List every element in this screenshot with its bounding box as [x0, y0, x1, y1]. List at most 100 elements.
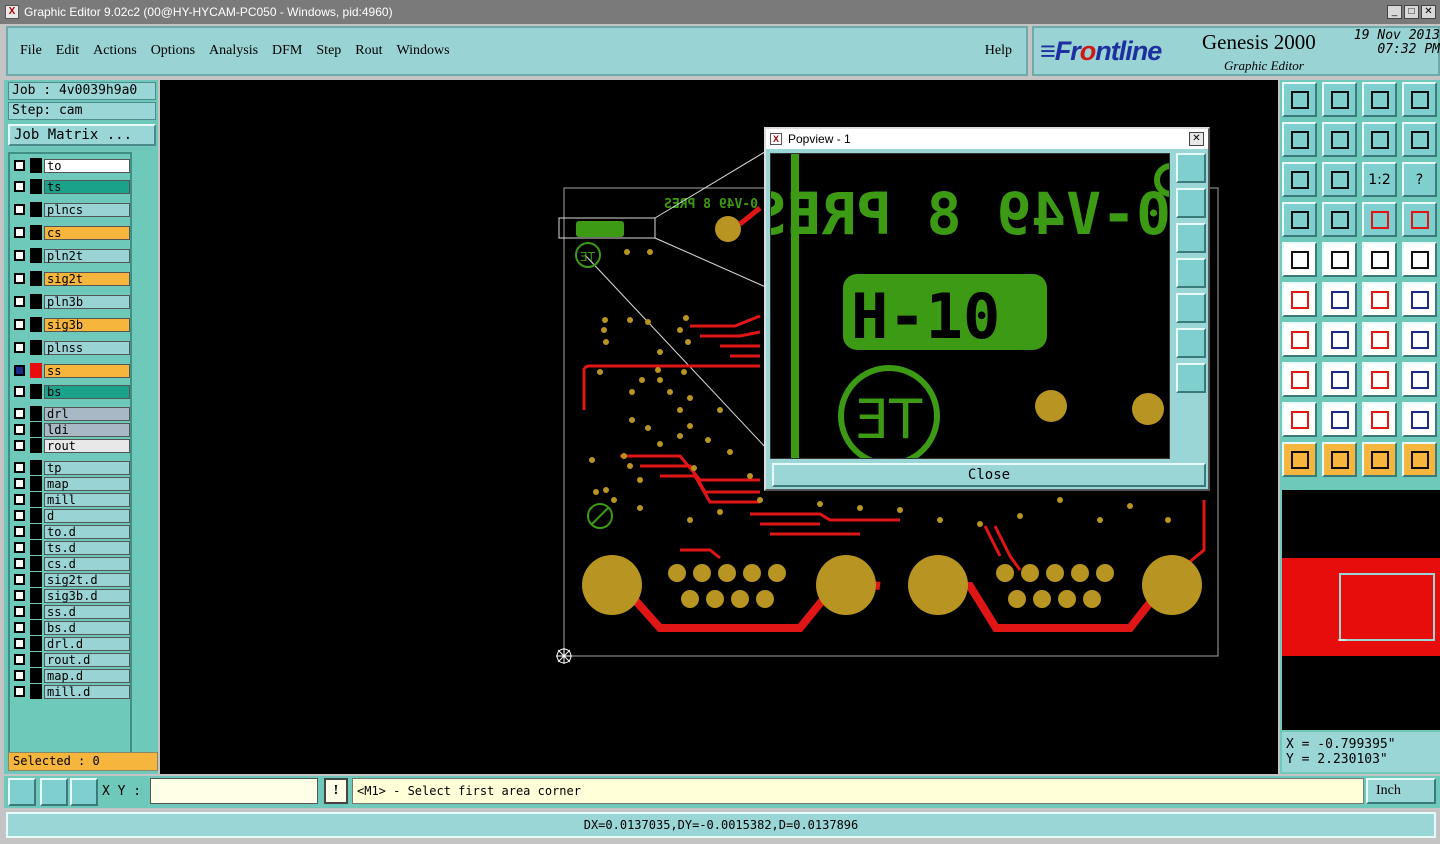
layer-row[interactable]: sig3b — [12, 317, 130, 332]
layer-checkbox[interactable] — [14, 558, 25, 569]
menu-file[interactable]: File — [20, 43, 42, 59]
pad-icon[interactable] — [1282, 362, 1317, 397]
menu-analysis[interactable]: Analysis — [209, 43, 258, 59]
popview-canvas[interactable]: 0-V49 8 PRES H-10 ƎT — [770, 153, 1170, 459]
layer-checkbox[interactable] — [14, 204, 25, 215]
popview-zoom-icon[interactable] — [1176, 153, 1206, 183]
pointer-icon[interactable] — [1282, 442, 1317, 477]
line-icon[interactable] — [1322, 322, 1357, 357]
units-select[interactable]: Inch — [1366, 778, 1436, 804]
layer-row[interactable]: sig3b.d — [12, 588, 130, 603]
layer-checkbox[interactable] — [14, 227, 25, 238]
menu-options[interactable]: Options — [151, 43, 195, 59]
swap-icon[interactable] — [1362, 122, 1397, 157]
layer-checkbox[interactable] — [14, 622, 25, 633]
layer-row[interactable]: d — [12, 508, 130, 523]
route-icon[interactable] — [1322, 362, 1357, 397]
layer-checkbox[interactable] — [14, 160, 25, 171]
dimension-icon[interactable] — [1362, 362, 1397, 397]
layer-row[interactable]: ss.d — [12, 604, 130, 619]
edit-icon[interactable] — [1322, 242, 1357, 277]
layer-row[interactable]: rout — [12, 438, 130, 453]
layer-checkbox[interactable] — [14, 574, 25, 585]
pointer4-icon[interactable] — [1402, 442, 1437, 477]
popview-close-icon[interactable]: ✕ — [1189, 132, 1204, 146]
layer-checkbox[interactable] — [14, 686, 25, 697]
layer-row[interactable]: drl.d — [12, 636, 130, 651]
undo-icon[interactable] — [1282, 122, 1317, 157]
layer-row[interactable]: tp — [12, 460, 130, 475]
export-icon[interactable] — [1282, 82, 1317, 117]
layer-row[interactable]: sig2t — [12, 271, 130, 286]
layer-row[interactable]: to — [12, 158, 130, 173]
layer-row[interactable]: pln3b — [12, 294, 130, 309]
zoom-area-icon[interactable] — [8, 778, 36, 806]
layer-checkbox[interactable] — [14, 424, 25, 435]
popview-right-icon[interactable] — [1176, 293, 1206, 323]
layer-checkbox[interactable] — [14, 342, 25, 353]
minimize-button[interactable]: _ — [1387, 5, 1402, 19]
maximize-button[interactable]: □ — [1404, 5, 1419, 19]
layer-row[interactable]: mill.d — [12, 684, 130, 699]
popview-fit-icon[interactable] — [1176, 328, 1206, 358]
layer-row[interactable]: bs.d — [12, 620, 130, 635]
help-icon[interactable]: ? — [1402, 162, 1437, 197]
popview-down-icon[interactable] — [1176, 223, 1206, 253]
layer-red-icon[interactable] — [1362, 202, 1397, 237]
layer-row[interactable]: to.d — [12, 524, 130, 539]
triangle4-icon[interactable] — [1402, 402, 1437, 437]
menu-actions[interactable]: Actions — [93, 43, 137, 59]
layer-checkbox[interactable] — [14, 440, 25, 451]
select-icon[interactable] — [1282, 242, 1317, 277]
menu-help[interactable]: Help — [985, 43, 1012, 59]
menu-rout[interactable]: Rout — [355, 43, 382, 59]
connect-icon[interactable] — [1282, 282, 1317, 317]
layer-checkbox[interactable] — [14, 386, 25, 397]
popview-left-icon[interactable] — [1176, 258, 1206, 288]
redo-icon[interactable] — [1322, 122, 1357, 157]
layer-checkbox[interactable] — [14, 542, 25, 553]
save-icon[interactable] — [1322, 82, 1357, 117]
layer-checkbox[interactable] — [14, 494, 25, 505]
layer-row[interactable]: sig2t.d — [12, 572, 130, 587]
layer-checkbox[interactable] — [14, 408, 25, 419]
layer-checkbox[interactable] — [14, 181, 25, 192]
layer-checkbox[interactable] — [14, 606, 25, 617]
grid-icon[interactable] — [1322, 202, 1357, 237]
overview-map[interactable] — [1282, 490, 1440, 730]
menu-step[interactable]: Step — [316, 43, 341, 59]
layer-row[interactable]: cs — [12, 225, 130, 240]
layer-checkbox[interactable] — [14, 365, 25, 376]
layer-checkbox[interactable] — [14, 638, 25, 649]
dot-icon[interactable] — [1402, 242, 1437, 277]
frame-icon[interactable] — [1402, 82, 1437, 117]
cross-icon[interactable] — [1322, 282, 1357, 317]
center-icon[interactable] — [1322, 162, 1357, 197]
layer-row[interactable]: ss — [12, 363, 130, 378]
fit-icon[interactable] — [1282, 162, 1317, 197]
close-window-button[interactable]: ✕ — [1421, 5, 1436, 19]
xy-input[interactable] — [150, 778, 318, 804]
layer-row[interactable]: plnss — [12, 340, 130, 355]
layer-checkbox[interactable] — [14, 250, 25, 261]
home-icon[interactable] — [1362, 82, 1397, 117]
layer-row[interactable]: map — [12, 476, 130, 491]
menu-edit[interactable]: Edit — [56, 43, 79, 59]
layer-checkbox[interactable] — [14, 670, 25, 681]
layer-row[interactable]: drl — [12, 406, 130, 421]
pointer2-icon[interactable] — [1322, 442, 1357, 477]
layer-row[interactable]: plncs — [12, 202, 130, 217]
layer-row[interactable]: ldi — [12, 422, 130, 437]
layer-checkbox[interactable] — [14, 462, 25, 473]
ratio-icon[interactable]: 1:2 — [1362, 162, 1397, 197]
popview-up-icon[interactable] — [1176, 188, 1206, 218]
layer-row[interactable]: rout.d — [12, 652, 130, 667]
layer-row[interactable]: ts — [12, 179, 130, 194]
layer-checkbox[interactable] — [14, 273, 25, 284]
angle-icon[interactable] — [1282, 322, 1317, 357]
link-icon[interactable] — [1362, 282, 1397, 317]
triangle2-icon[interactable] — [1322, 402, 1357, 437]
snap-icon[interactable] — [40, 778, 68, 806]
layer-checkbox[interactable] — [14, 590, 25, 601]
popview-close-button[interactable]: Close — [772, 463, 1206, 487]
